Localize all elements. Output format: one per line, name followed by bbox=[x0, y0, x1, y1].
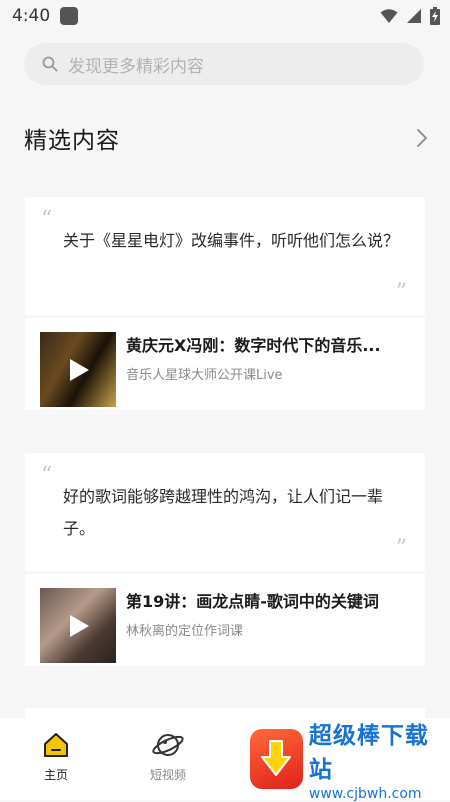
watermark-text: 超级棒下载站 www.cjbwh.com bbox=[309, 716, 450, 802]
section-header[interactable]: 精选内容 bbox=[24, 118, 428, 158]
media-card[interactable]: 黄庆元X冯刚：数字时代下的音乐... 音乐人星球大师公开课Live bbox=[25, 318, 425, 410]
media-subtitle: 林秋离的定位作词课 bbox=[126, 624, 244, 639]
quote-close-icon: ” bbox=[395, 280, 407, 305]
play-icon bbox=[70, 359, 89, 381]
nav-short-video[interactable]: 短视频 bbox=[112, 718, 224, 800]
status-time: 4:40 bbox=[12, 6, 51, 26]
quote-open-icon: “ bbox=[41, 207, 53, 232]
search-bar[interactable]: 发现更多精彩内容 bbox=[24, 43, 424, 85]
media-title: 第19讲：画龙点睛-歌词中的关键词 bbox=[126, 592, 379, 611]
nav-short-video-label: 短视频 bbox=[149, 768, 186, 782]
quote-close-icon: ” bbox=[395, 536, 407, 561]
battery-charging-icon bbox=[430, 7, 440, 25]
planet-icon bbox=[152, 734, 184, 756]
quote-text: 关于《星星电灯》改编事件，听听他们怎么说？ bbox=[63, 231, 400, 250]
video-thumbnail[interactable] bbox=[40, 332, 116, 407]
watermark: 超级棒下载站 www.cjbwh.com bbox=[250, 716, 450, 802]
chevron-right-icon[interactable] bbox=[416, 128, 428, 148]
quote-card[interactable]: “ 关于《星星电灯》改编事件，听听他们怎么说？ ” bbox=[25, 197, 425, 315]
nav-home[interactable]: 主页 bbox=[0, 718, 112, 800]
video-thumbnail[interactable] bbox=[40, 588, 116, 663]
search-placeholder: 发现更多精彩内容 bbox=[68, 56, 204, 77]
download-arrow-icon bbox=[261, 740, 292, 776]
media-subtitle: 音乐人星球大师公开课Live bbox=[126, 368, 283, 383]
media-card[interactable]: 第19讲：画龙点睛-歌词中的关键词 林秋离的定位作词课 bbox=[25, 574, 425, 666]
status-left: 4:40 bbox=[12, 6, 79, 26]
quote-card[interactable]: “ 好的歌词能够跨越理性的鸿沟，让人们记一辈子。 ” bbox=[25, 453, 425, 571]
play-icon bbox=[70, 615, 89, 637]
media-title: 黄庆元X冯刚：数字时代下的音乐... bbox=[126, 336, 381, 355]
status-bar: 4:40 bbox=[0, 0, 450, 32]
section-title: 精选内容 bbox=[24, 128, 120, 154]
home-icon bbox=[44, 733, 68, 757]
quote-open-icon: “ bbox=[41, 463, 53, 488]
status-right bbox=[380, 7, 440, 25]
app-notification-icon bbox=[60, 7, 79, 25]
watermark-logo bbox=[250, 729, 303, 789]
nav-home-label: 主页 bbox=[43, 768, 68, 782]
signal-icon bbox=[407, 9, 421, 23]
wifi-icon bbox=[380, 9, 398, 23]
quote-text: 好的歌词能够跨越理性的鸿沟，让人们记一辈子。 bbox=[63, 487, 384, 538]
watermark-title: 超级棒下载站 bbox=[308, 723, 429, 783]
search-icon bbox=[42, 56, 58, 72]
